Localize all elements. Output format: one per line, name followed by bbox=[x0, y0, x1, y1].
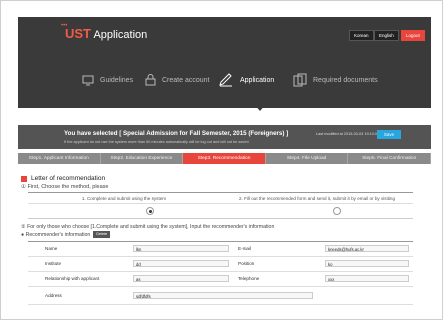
step-tab-2[interactable]: Step2. Education Experience bbox=[100, 153, 184, 164]
nav-create-account[interactable]: Create account bbox=[145, 73, 209, 87]
form-row: Name lkn E-mail kneeds@hufs.ac.kr bbox=[28, 242, 413, 257]
address-label: Address bbox=[45, 293, 62, 298]
nav-create-account-label: Create account bbox=[162, 76, 210, 84]
logout-button[interactable]: Logout bbox=[401, 30, 425, 41]
nav-application[interactable]: Application bbox=[218, 73, 274, 87]
email-label: E-mail bbox=[238, 246, 252, 251]
section-marker-icon bbox=[21, 175, 27, 182]
recommender-info-label: ● Recommender's information bbox=[21, 231, 91, 238]
delete-button[interactable]: Delete bbox=[93, 231, 111, 238]
section-title-text: Letter of recommendation bbox=[31, 175, 106, 182]
document-icon bbox=[293, 73, 307, 87]
method-table: 1. Complete and submit using the system … bbox=[28, 192, 413, 219]
recommender-instruction: ② For only those who choose [1.Complete … bbox=[21, 224, 275, 230]
relationship-label: Relationship with applicant bbox=[45, 276, 100, 281]
page-frame: ••• UST Application Korean English Logou… bbox=[0, 0, 443, 320]
divider bbox=[28, 203, 413, 204]
active-nav-caret bbox=[254, 104, 266, 111]
logo-application: Application bbox=[93, 29, 148, 41]
recommender-info-heading: ● Recommender's information Delete bbox=[21, 231, 111, 238]
method-option-2-label: 2. Fill out the recommended form and sen… bbox=[239, 196, 395, 201]
position-field[interactable]: ko bbox=[325, 260, 409, 267]
last-saved-text: Last modified at 2015-03-03 19:10:00 bbox=[316, 132, 380, 136]
nav-required-documents[interactable]: Required documents bbox=[293, 73, 378, 87]
recommender-form: Name lkn E-mail kneeds@hufs.ac.kr Instit… bbox=[28, 241, 413, 305]
telephone-label: Telephone bbox=[238, 276, 260, 281]
nav-guidelines-label: Guidelines bbox=[100, 76, 134, 84]
pen-icon bbox=[219, 73, 232, 87]
section-title: Letter of recommendation bbox=[21, 175, 105, 182]
nav-guidelines[interactable]: Guidelines bbox=[82, 73, 133, 87]
address-field[interactable]: sdfdfdfs bbox=[133, 292, 313, 299]
korean-button[interactable]: Korean bbox=[349, 30, 374, 41]
logo-dots: ••• bbox=[61, 23, 68, 29]
step-tab-4[interactable]: Step4. File Upload bbox=[265, 153, 349, 164]
name-field[interactable]: lkn bbox=[133, 245, 229, 252]
institute-label: Institute bbox=[45, 261, 62, 266]
lock-icon bbox=[145, 74, 156, 86]
method-option-1-label: 1. Complete and submit using the system bbox=[81, 196, 167, 201]
form-row: Institute dd Position ko bbox=[28, 257, 413, 272]
institute-field[interactable]: dd bbox=[133, 260, 229, 267]
email-field[interactable]: kneeds@hufs.ac.kr bbox=[325, 245, 409, 252]
step-tab-3[interactable]: Step3. Recommendation bbox=[183, 153, 266, 164]
method-question: ① First, Choose the method, please bbox=[21, 184, 109, 190]
name-label: Name bbox=[45, 246, 58, 251]
step-tab-1[interactable]: Step1. Applicant Information bbox=[18, 153, 101, 164]
position-label: Position bbox=[238, 261, 255, 266]
site-header: ••• UST Application Korean English Logou… bbox=[18, 17, 431, 108]
logo-ust: UST bbox=[65, 26, 91, 41]
english-button[interactable]: English bbox=[374, 30, 399, 41]
method-option-1-radio[interactable] bbox=[146, 207, 154, 215]
session-note: If the applicant do not use the system m… bbox=[64, 140, 250, 144]
step-tabs: Step1. Applicant Information Step2. Educ… bbox=[18, 153, 431, 164]
nav-application-label: Application bbox=[240, 76, 275, 84]
relationship-field[interactable]: as bbox=[133, 275, 229, 282]
monitor-icon bbox=[82, 75, 94, 85]
selection-banner: You have selected [ Special Admission fo… bbox=[18, 125, 431, 149]
selected-program-text: You have selected [ Special Admission fo… bbox=[64, 130, 289, 137]
site-logo[interactable]: ••• UST Application bbox=[61, 23, 148, 41]
form-row: Relationship with applicant as Telephone… bbox=[28, 272, 413, 287]
nav-required-documents-label: Required documents bbox=[313, 76, 378, 84]
step-tab-5[interactable]: Step5. Final Confirmation bbox=[348, 153, 431, 164]
telephone-field[interactable]: xxx bbox=[325, 275, 409, 282]
form-row: Address sdfdfdfs bbox=[28, 287, 413, 305]
save-button[interactable]: Save bbox=[377, 130, 401, 139]
method-option-2-radio[interactable] bbox=[333, 207, 341, 215]
